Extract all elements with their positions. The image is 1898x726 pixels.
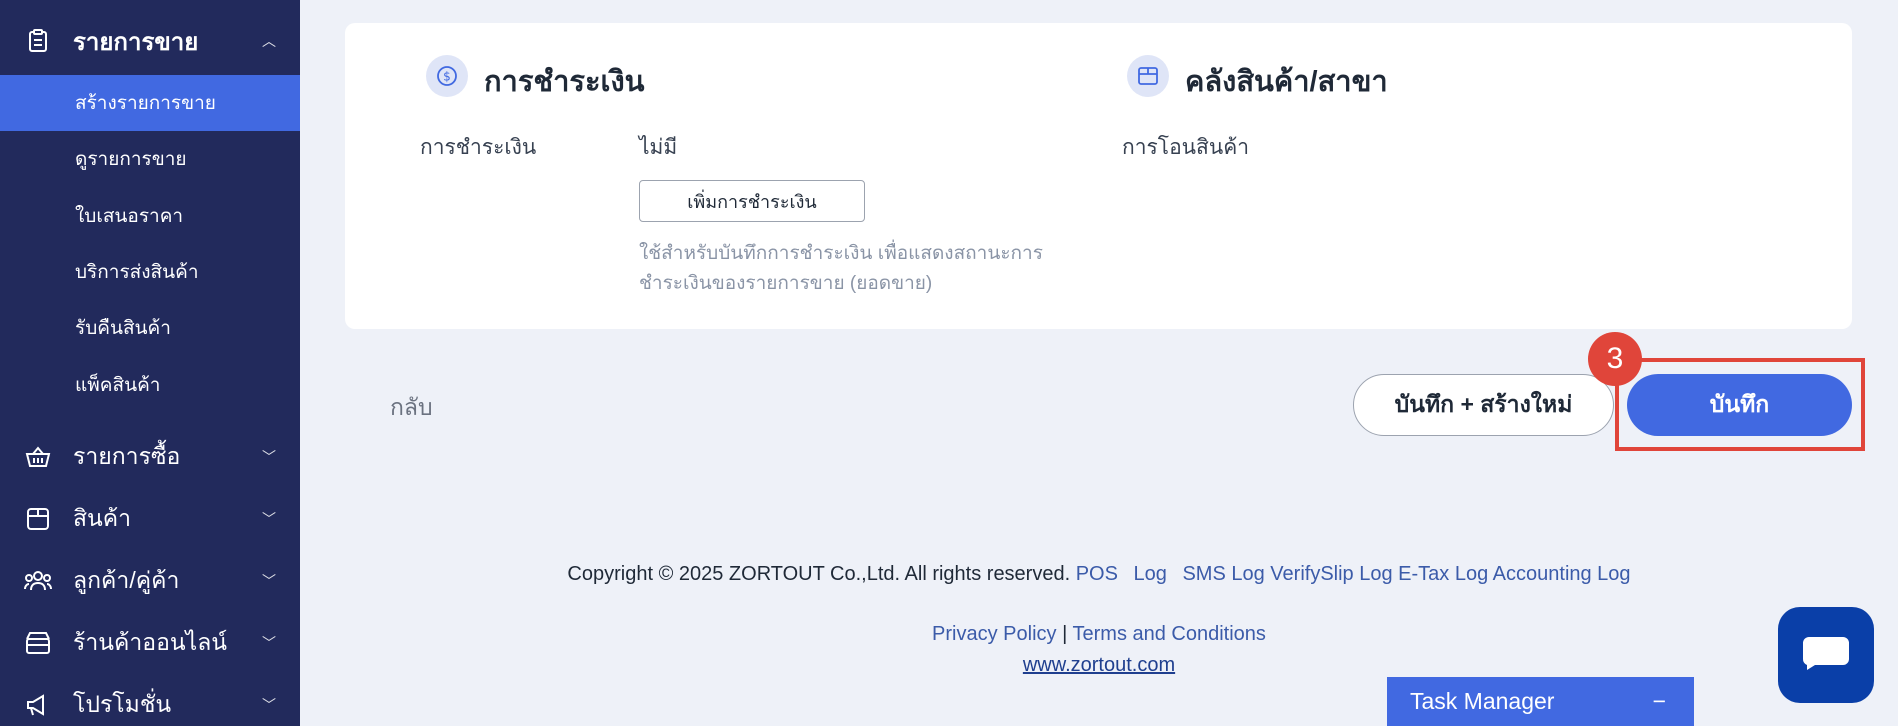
dollar-icon: $ [426, 55, 468, 97]
link-separator: | [1062, 623, 1068, 645]
sidebar-item-returns[interactable]: รับคืนสินค้า [0, 300, 300, 356]
minimize-icon[interactable]: − [1653, 688, 1666, 715]
payment-help-text: ใช้สำหรับบันทึกการชำระเงิน เพื่อแสดงสถาน… [639, 243, 1043, 294]
sidebar: รายการขาย ︿ สร้างรายการขาย ดูรายการขาย ใ… [0, 0, 300, 726]
policy-links: Privacy Policy | Terms and Conditions [300, 623, 1898, 646]
sidebar-section-products[interactable]: สินค้า ﹀ [0, 491, 300, 547]
footer-link-verifyslip-log[interactable]: VerifySlip Log [1270, 563, 1392, 585]
svg-text:$: $ [443, 70, 451, 84]
sidebar-section-label: รายการขาย [73, 28, 199, 56]
chevron-up-icon: ︿ [262, 33, 276, 49]
privacy-policy-link[interactable]: Privacy Policy [932, 623, 1056, 645]
footer-link-sms-log[interactable]: SMS Log [1182, 563, 1264, 585]
sidebar-item-view-sales[interactable]: ดูรายการขาย [0, 131, 300, 187]
sidebar-item-label: ใบเสนอราคา [75, 206, 184, 227]
chevron-down-icon: ﹀ [262, 635, 276, 651]
step-badge: 3 [1588, 332, 1642, 386]
clipboard-icon [24, 27, 52, 55]
terms-link[interactable]: Terms and Conditions [1073, 623, 1266, 645]
sidebar-item-label: บริการส่งสินค้า [75, 262, 199, 283]
chevron-down-icon: ﹀ [262, 449, 276, 465]
chevron-down-icon: ﹀ [262, 697, 276, 713]
footer-link-log[interactable]: Log [1134, 563, 1167, 585]
footer-link-accounting-log[interactable]: Accounting Log [1493, 563, 1631, 585]
sidebar-item-label: ดูรายการขาย [75, 149, 187, 170]
store-icon [24, 629, 52, 657]
chevron-down-icon: ﹀ [262, 511, 276, 527]
sidebar-section-purchases[interactable]: รายการซื้อ ﹀ [0, 429, 300, 485]
website-link-row: www.zortout.com [300, 654, 1898, 677]
footer-link-pos[interactable]: POS [1076, 563, 1118, 585]
save-and-new-button[interactable]: บันทึก + สร้างใหม่ [1353, 374, 1614, 436]
add-payment-button[interactable]: เพิ่มการชำระเงิน [639, 180, 865, 222]
box-icon [24, 505, 52, 533]
sidebar-item-shipping[interactable]: บริการส่งสินค้า [0, 244, 300, 300]
warehouse-section-title: คลังสินค้า/สาขา [1185, 66, 1388, 98]
website-link[interactable]: www.zortout.com [1023, 654, 1175, 676]
sidebar-section-label: โปรโมชั่น [73, 691, 172, 717]
sidebar-item-quotation[interactable]: ใบเสนอราคา [0, 188, 300, 244]
copyright-line: Copyright © 2025 ZORTOUT Co.,Ltd. All ri… [0, 563, 1898, 586]
chat-button[interactable] [1778, 607, 1874, 703]
sidebar-item-label: สร้างรายการขาย [75, 93, 216, 114]
sidebar-item-create-sale[interactable]: สร้างรายการขาย [0, 75, 300, 131]
basket-icon [24, 443, 52, 471]
sidebar-item-label: รับคืนสินค้า [75, 318, 171, 339]
footer-link-etax-log[interactable]: E-Tax Log [1398, 563, 1488, 585]
payment-field-label: การชำระเงิน [420, 136, 537, 159]
payment-warehouse-card: $ การชำระเงิน คลังสินค้า/สาขา การชำระเงิ… [345, 23, 1852, 329]
megaphone-icon [24, 691, 52, 719]
sidebar-section-online-store[interactable]: ร้านค้าออนไลน์ ﹀ [0, 615, 300, 671]
copyright-text: Copyright © 2025 ZORTOUT Co.,Ltd. All ri… [567, 563, 1071, 585]
sidebar-item-label: แพ็คสินค้า [75, 375, 161, 396]
sidebar-section-sales[interactable]: รายการขาย ︿ [0, 13, 300, 69]
sidebar-section-label: ร้านค้าออนไลน์ [73, 629, 228, 655]
sidebar-item-packing[interactable]: แพ็คสินค้า [0, 357, 300, 413]
payment-value: ไม่มี [639, 136, 678, 159]
task-manager-label: Task Manager [1410, 688, 1555, 714]
transfer-field-label: การโอนสินค้า [1122, 136, 1250, 159]
sidebar-section-label: รายการซื้อ [73, 443, 181, 469]
payment-section-title: การชำระเงิน [484, 66, 645, 98]
chat-bubble-icon [1801, 635, 1851, 676]
sidebar-section-label: สินค้า [73, 505, 132, 531]
box-icon [1127, 55, 1169, 97]
task-manager-bar[interactable]: Task Manager − [1387, 677, 1694, 726]
back-link[interactable]: กลับ [390, 390, 433, 426]
save-button[interactable]: บันทึก [1627, 374, 1852, 436]
sidebar-section-promotion[interactable]: โปรโมชั่น ﹀ [0, 677, 300, 726]
